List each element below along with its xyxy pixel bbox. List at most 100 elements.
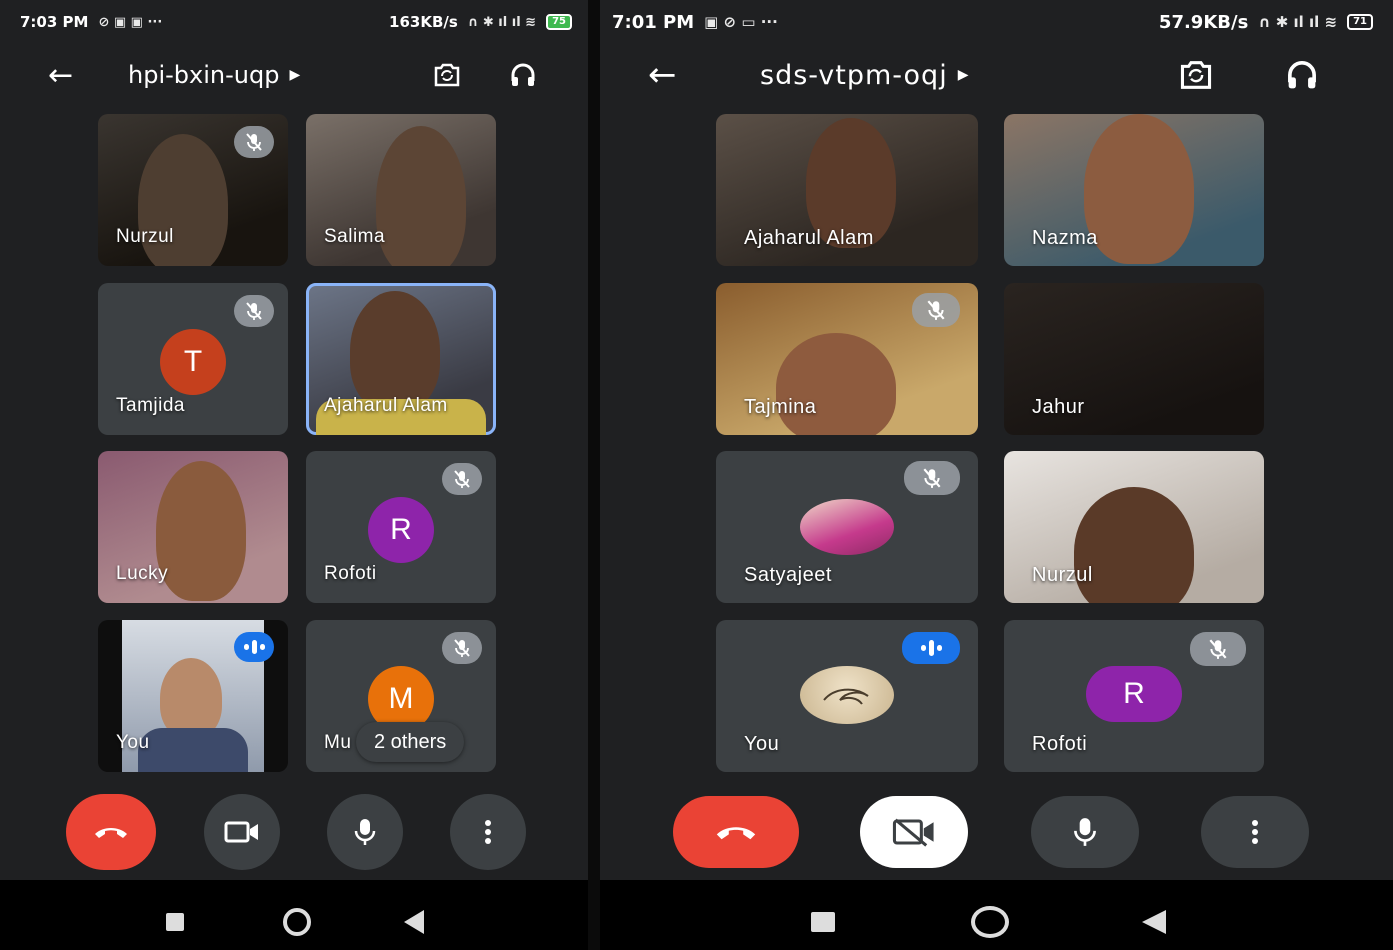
audio-output-icon[interactable] [506,58,540,92]
mic-off-icon [442,463,482,495]
participant-name: You [116,732,150,753]
participant-tile[interactable]: M Mu 2 others [306,620,496,772]
mic-off-icon [234,126,274,158]
participant-name: Mu [324,732,352,753]
microphone-icon [1074,818,1096,846]
screenshot-divider [588,0,600,950]
battery-level: 71 [1347,14,1373,30]
participant-name: Tajmina [744,396,817,418]
end-call-button[interactable] [66,794,156,870]
participant-tile[interactable]: Nurzul [1004,451,1264,603]
participant-name: Rofoti [1032,733,1088,755]
participant-video [1084,114,1194,264]
participant-tile[interactable]: Tajmina [716,283,978,435]
home-circle-icon[interactable] [283,908,311,936]
avatar: T [160,329,226,395]
end-call-button[interactable] [673,796,799,868]
participant-tile[interactable]: R Rofoti [1004,620,1264,772]
status-bar: 7:01 PM ▣ ⊘ ▭ ··· 57.9KB/s ∩ ✱ ıl ıl ≋ 7… [600,0,1393,44]
right-phone-screen: 7:01 PM ▣ ⊘ ▭ ··· 57.9KB/s ∩ ✱ ıl ıl ≋ 7… [600,0,1393,950]
participant-name: Lucky [116,563,169,584]
meeting-code: sds-vtpm-oqj [760,59,948,91]
status-time: 7:03 PM [20,13,89,31]
participant-name: Tamjida [116,395,185,416]
video-camera-off-icon [892,818,934,847]
participant-name: You [744,733,780,755]
profile-photo [800,499,894,555]
self-view-tile[interactable]: You [716,620,978,772]
more-options-button[interactable] [450,794,526,870]
caret-right-icon: ▶ [289,67,301,83]
hang-up-icon [95,828,127,838]
others-chip[interactable]: 2 others [356,722,465,762]
participant-name: Nazma [1032,227,1098,249]
back-arrow-icon[interactable]: ← [648,55,677,95]
participant-name: Nurzul [116,226,174,247]
meeting-title[interactable]: sds-vtpm-oqj ▶ [760,60,969,91]
participant-tile[interactable]: Salima [306,114,496,266]
network-speed: 163KB/s [389,13,458,31]
switch-camera-icon[interactable] [1174,55,1218,95]
avatar: R [1086,666,1182,722]
participant-name: Satyajeet [744,564,832,586]
signal-icons: ∩ ✱ ıl ıl ≋ [467,14,537,30]
more-vert-icon [485,820,491,844]
meeting-title[interactable]: hpi-bxin-uqp ▶ [128,61,300,89]
participant-video [376,126,466,266]
participant-name: Jahur [1032,396,1085,418]
home-circle-icon[interactable] [971,906,1009,938]
microphone-button[interactable] [327,794,403,870]
participant-name: Nurzul [1032,564,1093,586]
participant-name: Ajaharul Alam [744,227,874,249]
caret-right-icon: ▶ [957,67,970,83]
more-vert-icon [1252,820,1258,844]
participant-video [156,461,246,601]
participant-video [776,333,896,435]
back-triangle-icon[interactable] [404,910,424,934]
participant-tile[interactable]: Ajaharul Alam [716,114,978,266]
back-arrow-icon[interactable]: ← [48,58,73,93]
recents-square-icon[interactable] [166,913,184,931]
app-bar: ← sds-vtpm-oqj ▶ [600,48,1393,102]
participant-video [350,291,440,411]
profile-photo [800,666,894,724]
microphone-icon [354,819,376,845]
recents-square-icon[interactable] [811,912,835,932]
participant-tile[interactable]: T Tamjida [98,283,288,435]
meeting-code: hpi-bxin-uqp [128,61,280,89]
camera-button[interactable] [204,794,280,870]
network-speed: 57.9KB/s [1158,11,1249,33]
mic-off-icon [1190,632,1246,666]
participant-name: Rofoti [324,563,377,584]
participant-tile[interactable]: Jahur [1004,283,1264,435]
participant-tile[interactable]: R Rofoti [306,451,496,603]
left-phone-screen: 7:03 PM ⊘ ▣ ▣ ··· 163KB/s ∩ ✱ ıl ıl ≋ 75… [0,0,588,950]
microphone-button[interactable] [1031,796,1139,868]
mic-off-icon [912,293,960,327]
notification-icons: ⊘ ▣ ▣ ··· [98,14,163,30]
participant-name: Ajaharul Alam [324,395,448,416]
system-nav-bar [0,880,588,950]
status-bar: 7:03 PM ⊘ ▣ ▣ ··· 163KB/s ∩ ✱ ıl ıl ≋ 75 [0,0,588,44]
participant-tile[interactable]: Lucky [98,451,288,603]
self-view-tile[interactable]: You [98,620,288,772]
status-time: 7:01 PM [612,11,695,33]
speaking-indicator-icon [902,632,960,664]
participant-name: Salima [324,226,386,247]
mic-off-icon [442,632,482,664]
signal-icons: ∩ ✱ ıl ıl ≋ [1258,13,1338,31]
camera-off-button[interactable] [860,796,968,868]
participant-tile[interactable]: Nurzul [98,114,288,266]
participant-tile-active[interactable]: Ajaharul Alam [306,283,496,435]
more-options-button[interactable] [1201,796,1309,868]
participant-tile[interactable]: Nazma [1004,114,1264,266]
audio-output-icon[interactable] [1280,55,1324,95]
mic-off-icon [234,295,274,327]
video-camera-icon [224,821,258,843]
battery-level: 75 [546,14,572,30]
system-nav-bar [600,880,1393,950]
participant-tile[interactable]: Satyajeet [716,451,978,603]
switch-camera-icon[interactable] [430,58,464,92]
mic-off-icon [904,461,960,495]
back-triangle-icon[interactable] [1142,910,1166,934]
